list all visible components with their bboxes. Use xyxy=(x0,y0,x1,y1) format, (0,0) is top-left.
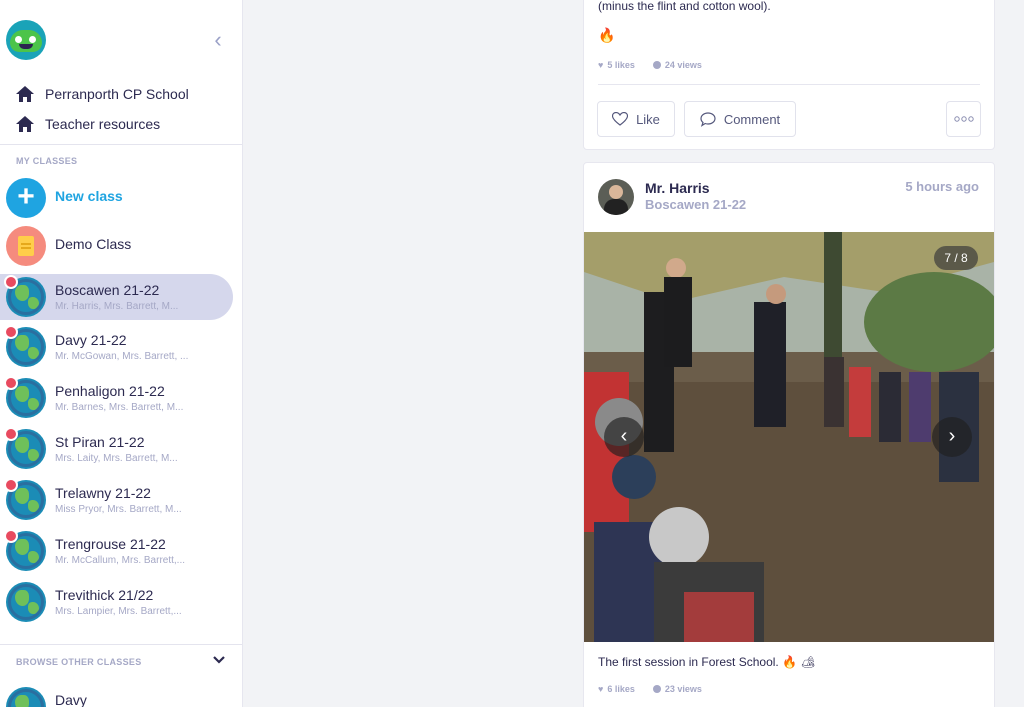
new-class-label: New class xyxy=(55,188,123,204)
class-teachers: Mrs. Laity, Mrs. Barrett, M... xyxy=(55,453,178,464)
heart-outline-icon xyxy=(612,112,629,126)
like-button[interactable]: Like xyxy=(597,101,675,137)
likes-label: 6 likes xyxy=(607,684,635,694)
class-name: Penhaligon 21-22 xyxy=(55,383,165,399)
post-class-name[interactable]: Boscawen 21-22 xyxy=(645,197,746,212)
school-link[interactable]: Perranporth CP School xyxy=(16,84,189,104)
eye-icon xyxy=(652,61,661,69)
photo-counter: 7 / 8 xyxy=(934,246,978,270)
globe-icon xyxy=(6,687,46,707)
class-item-davy[interactable]: Davy 21-22 Mr. McGowan, Mrs. Barrett, ..… xyxy=(0,324,233,370)
likes-label: 5 likes xyxy=(607,60,635,70)
divider xyxy=(0,644,242,645)
previous-photo-button[interactable]: ‹ xyxy=(604,417,644,457)
class-item-trevithick[interactable]: Trevithick 21/22 Mrs. Lampier, Mrs. Barr… xyxy=(0,579,233,625)
notification-dot xyxy=(4,427,18,441)
class-item-trengrouse[interactable]: Trengrouse 21-22 Mr. McCallum, Mrs. Barr… xyxy=(0,528,233,574)
heart-icon: ♥ xyxy=(598,60,604,70)
post-stats: ♥ 5 likes 24 views xyxy=(598,60,702,70)
post-timestamp: 5 hours ago xyxy=(905,179,979,194)
avatar[interactable] xyxy=(598,179,634,215)
class-name: Trevithick 21/22 xyxy=(55,587,154,603)
eye-icon xyxy=(652,685,661,693)
class-name: Davy 21-22 xyxy=(55,332,127,348)
like-label: Like xyxy=(636,111,660,127)
plus-icon: + xyxy=(6,178,46,218)
views-label: 24 views xyxy=(664,60,702,70)
post-stats: ♥ 6 likes 23 views xyxy=(598,684,702,694)
notification-dot xyxy=(4,529,18,543)
post-card: Mr. Harris Boscawen 21-22 5 hours ago 7 … xyxy=(583,162,995,707)
views-count[interactable]: 24 views xyxy=(652,60,702,70)
home-icon xyxy=(16,116,34,132)
heart-icon: ♥ xyxy=(598,684,604,694)
fire-emoji: 🔥 xyxy=(598,27,616,43)
class-item-boscawen[interactable]: Boscawen 21-22 Mr. Harris, Mrs. Barrett,… xyxy=(0,274,233,320)
class-item-penhaligon[interactable]: Penhaligon 21-22 Mr. Barnes, Mrs. Barret… xyxy=(0,375,233,421)
sidebar: ‹ Perranporth CP School Teacher resource… xyxy=(0,0,243,707)
eye-icon xyxy=(29,36,36,43)
collapse-sidebar-chevron-icon[interactable]: ‹ xyxy=(208,29,228,51)
post-text: (minus the flint and cotton wool). xyxy=(598,0,771,13)
class-name: Trengrouse 21-22 xyxy=(55,536,166,552)
school-link-label: Perranporth CP School xyxy=(45,86,189,102)
more-options-button[interactable] xyxy=(946,101,981,137)
class-name: Davy xyxy=(55,692,87,707)
eye-icon xyxy=(15,36,22,43)
post-photo[interactable]: 7 / 8 ‹ › xyxy=(584,232,994,642)
likes-count[interactable]: ♥ 5 likes xyxy=(598,60,635,70)
class-teachers: Mr. Harris, Mrs. Barrett, M... xyxy=(55,301,179,312)
class-item-browse-davy[interactable]: Davy xyxy=(0,684,233,707)
comment-button[interactable]: Comment xyxy=(684,101,796,137)
class-item-st-piran[interactable]: St Piran 21-22 Mrs. Laity, Mrs. Barrett,… xyxy=(0,426,233,472)
post-card: (minus the flint and cotton wool). 🔥 ♥ 5 … xyxy=(583,0,995,150)
class-item-trelawny[interactable]: Trelawny 21-22 Miss Pryor, Mrs. Barrett,… xyxy=(0,477,233,523)
home-icon xyxy=(16,86,34,102)
class-teachers: Mrs. Lampier, Mrs. Barrett,... xyxy=(55,606,182,617)
teacher-resources-link[interactable]: Teacher resources xyxy=(16,114,160,134)
views-count[interactable]: 23 views xyxy=(652,684,702,694)
chevron-down-icon[interactable] xyxy=(212,653,226,667)
new-class-button[interactable]: + New class xyxy=(0,175,233,221)
comment-label: Comment xyxy=(723,111,781,127)
class-name: Boscawen 21-22 xyxy=(55,282,160,298)
post-author[interactable]: Mr. Harris xyxy=(645,180,710,196)
next-photo-button[interactable]: › xyxy=(932,417,972,457)
mouth-icon xyxy=(19,44,33,49)
likes-count[interactable]: ♥ 6 likes xyxy=(598,684,635,694)
comment-icon xyxy=(700,111,716,127)
class-name: Demo Class xyxy=(55,236,132,252)
class-teachers: Miss Pryor, Mrs. Barrett, M... xyxy=(55,504,182,515)
class-teachers: Mr. Barnes, Mrs. Barrett, M... xyxy=(55,402,184,413)
browse-other-classes-heading: BROWSE OTHER CLASSES xyxy=(16,657,142,667)
my-classes-heading: MY CLASSES xyxy=(16,156,78,166)
post-caption: The first session in Forest School. 🔥 🏕 xyxy=(598,655,816,669)
divider xyxy=(0,144,242,145)
class-name: Trelawny 21-22 xyxy=(55,485,151,501)
monster-icon xyxy=(10,30,42,52)
book-icon xyxy=(6,226,46,266)
class-name: St Piran 21-22 xyxy=(55,434,145,450)
class-teachers: Mr. McCallum, Mrs. Barrett,... xyxy=(55,555,186,566)
views-label: 23 views xyxy=(664,684,702,694)
classdojo-logo[interactable] xyxy=(6,20,46,60)
teacher-resources-label: Teacher resources xyxy=(45,116,161,132)
globe-icon xyxy=(6,582,46,622)
divider xyxy=(598,84,980,85)
notification-dot xyxy=(4,325,18,339)
notification-dot xyxy=(4,478,18,492)
class-item-demo[interactable]: Demo Class xyxy=(0,223,233,269)
notification-dot xyxy=(4,376,18,390)
more-dots-icon xyxy=(953,116,974,122)
notification-dot xyxy=(4,275,18,289)
class-teachers: Mr. McGowan, Mrs. Barrett, ... xyxy=(55,351,189,362)
